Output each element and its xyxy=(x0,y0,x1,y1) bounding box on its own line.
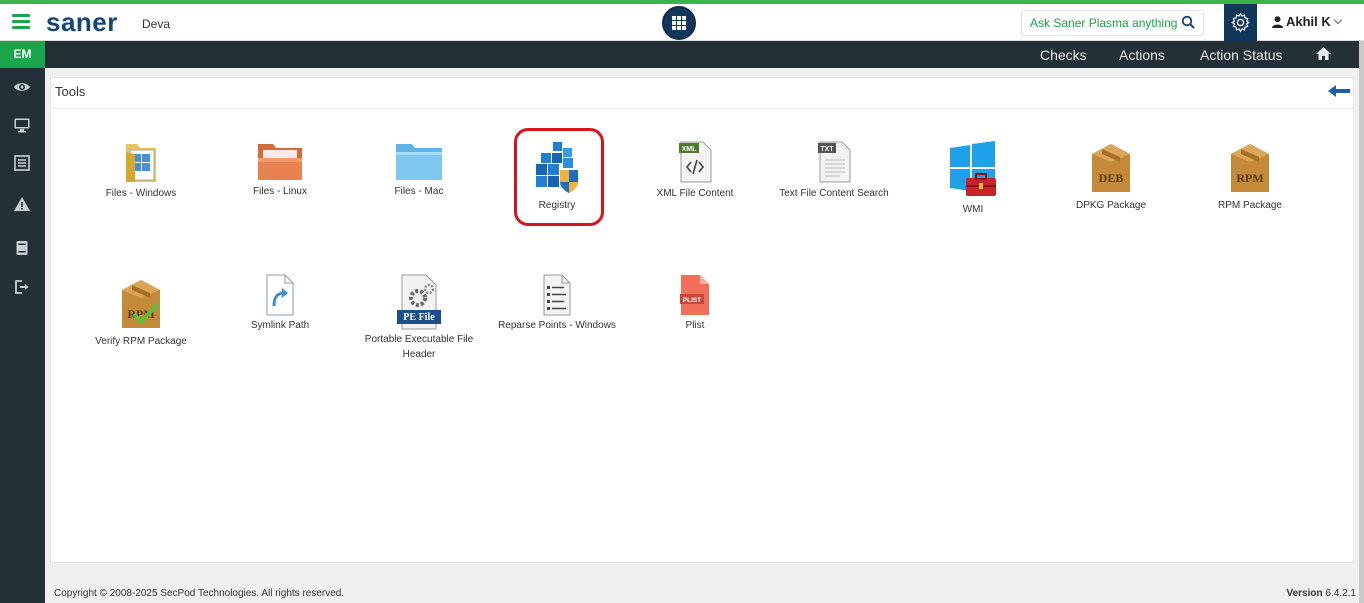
svg-text:RPM: RPM xyxy=(1236,171,1263,185)
search-icon[interactable] xyxy=(1181,15,1195,29)
svg-text:PLIST: PLIST xyxy=(683,297,701,304)
header: saner Deva Ask Saner Plasma anything ! A… xyxy=(0,4,1364,41)
tool-text-file-content-search[interactable]: TXT Text File Content Search xyxy=(769,140,899,201)
copyright-text: Copyright © 2008-2025 SecPod Technologie… xyxy=(54,588,345,599)
nav-checks[interactable]: Checks xyxy=(1040,47,1087,63)
top-navbar: Checks Actions Action Status xyxy=(45,41,1359,68)
organization-name[interactable]: Deva xyxy=(142,17,170,31)
book-icon[interactable] xyxy=(13,239,31,257)
windows-folder-icon xyxy=(126,144,156,182)
deb-package-icon: DEB xyxy=(1092,144,1130,192)
tool-label: Registry xyxy=(538,200,576,211)
plist-icon: PLIST xyxy=(680,275,709,315)
verify-rpm-icon: RPM xyxy=(122,280,160,328)
version-label: Version xyxy=(1286,588,1323,599)
tool-files-mac[interactable]: Files - Mac xyxy=(354,140,484,199)
svg-text:TXT: TXT xyxy=(820,146,834,153)
panel-title: Tools xyxy=(55,84,86,99)
rpm-package-icon: RPM xyxy=(1231,144,1269,192)
tool-label: Files - Linux xyxy=(253,186,307,197)
panel-divider xyxy=(51,108,1353,109)
user-menu[interactable]: Akhil K xyxy=(1272,14,1343,29)
chevron-down-icon xyxy=(1333,15,1343,25)
user-icon xyxy=(1272,16,1283,28)
logout-icon[interactable] xyxy=(13,278,31,296)
gear-icon xyxy=(1231,12,1250,33)
tool-label: Symlink Path xyxy=(250,320,310,331)
pe-file-icon: PE File xyxy=(397,274,441,330)
warning-icon[interactable] xyxy=(13,195,31,213)
hamburger-menu-icon[interactable] xyxy=(12,14,30,30)
ask-saner-search-box[interactable]: Ask Saner Plasma anything ! xyxy=(1021,10,1204,36)
version-info: Version 6.4.2.1 xyxy=(1286,588,1356,599)
registry-icon xyxy=(536,142,578,193)
xml-file-icon: XML xyxy=(679,141,712,183)
linux-folder-icon xyxy=(258,144,302,180)
txt-file-icon: TXT xyxy=(818,141,851,183)
tool-files-windows[interactable]: Files - Windows xyxy=(76,140,206,201)
tools-panel: Tools Files - Windows Files - Linux File… xyxy=(50,77,1354,563)
svg-text:PE File: PE File xyxy=(403,312,435,323)
tool-label: Portable Executable File Header xyxy=(364,334,474,360)
tool-label: WMI xyxy=(962,204,984,215)
settings-button[interactable] xyxy=(1224,4,1257,41)
tool-label: Verify RPM Package xyxy=(95,336,187,347)
version-number: 6.4.2.1 xyxy=(1325,588,1356,599)
tool-symlink-path[interactable]: Symlink Path xyxy=(215,274,345,333)
list-icon[interactable] xyxy=(13,154,31,172)
tool-files-linux[interactable]: Files - Linux xyxy=(215,140,345,199)
sidebar: EM xyxy=(0,41,45,603)
tool-label: DPKG Package xyxy=(1075,200,1147,211)
footer: Copyright © 2008-2025 SecPod Technologie… xyxy=(45,582,1359,603)
tool-xml-file-content[interactable]: XML XML File Content xyxy=(630,140,760,201)
tool-verify-rpm-package[interactable]: RPM Verify RPM Package xyxy=(76,276,206,349)
svg-text:DEB: DEB xyxy=(1099,171,1124,185)
tool-label: Plist xyxy=(685,320,705,331)
tool-plist[interactable]: PLIST Plist xyxy=(630,274,760,333)
reparse-points-icon xyxy=(543,274,571,316)
nav-action-status[interactable]: Action Status xyxy=(1200,47,1283,63)
tool-rpm-package[interactable]: RPM RPM Package xyxy=(1185,140,1315,213)
user-name: Akhil K xyxy=(1286,14,1331,29)
tool-portable-executable-file-header[interactable]: PE File Portable Executable File Header xyxy=(354,274,484,362)
home-icon[interactable] xyxy=(1315,46,1332,61)
tool-wmi[interactable]: WMI xyxy=(908,140,1038,217)
symlink-icon xyxy=(266,274,294,316)
monitor-icon[interactable] xyxy=(13,116,31,134)
tool-label: Reparse Points - Windows xyxy=(498,320,616,331)
tool-label: Files - Windows xyxy=(105,188,177,199)
tool-label: RPM Package xyxy=(1218,200,1282,211)
tool-label: XML File Content xyxy=(656,188,734,199)
ask-saner-placeholder[interactable]: Ask Saner Plasma anything ! xyxy=(1030,16,1180,30)
saner-logo[interactable]: saner xyxy=(46,7,118,38)
em-badge[interactable]: EM xyxy=(0,41,45,68)
eye-icon[interactable] xyxy=(13,78,31,96)
tool-reparse-points-windows[interactable]: Reparse Points - Windows xyxy=(492,274,622,333)
wmi-icon xyxy=(950,141,996,196)
svg-text:XML: XML xyxy=(682,146,698,153)
back-arrow-icon[interactable] xyxy=(1327,83,1351,99)
mac-folder-icon xyxy=(396,144,442,180)
page-scrollbar[interactable] xyxy=(1359,41,1364,603)
tool-label: Files - Mac xyxy=(394,186,444,197)
nav-actions[interactable]: Actions xyxy=(1119,47,1165,63)
apps-grid-icon xyxy=(672,16,686,30)
tool-label: Text File Content Search xyxy=(779,188,889,199)
tool-registry[interactable]: Registry xyxy=(492,140,622,213)
tool-dpkg-package[interactable]: DEB DPKG Package xyxy=(1046,140,1176,213)
apps-grid-button[interactable] xyxy=(662,6,696,40)
